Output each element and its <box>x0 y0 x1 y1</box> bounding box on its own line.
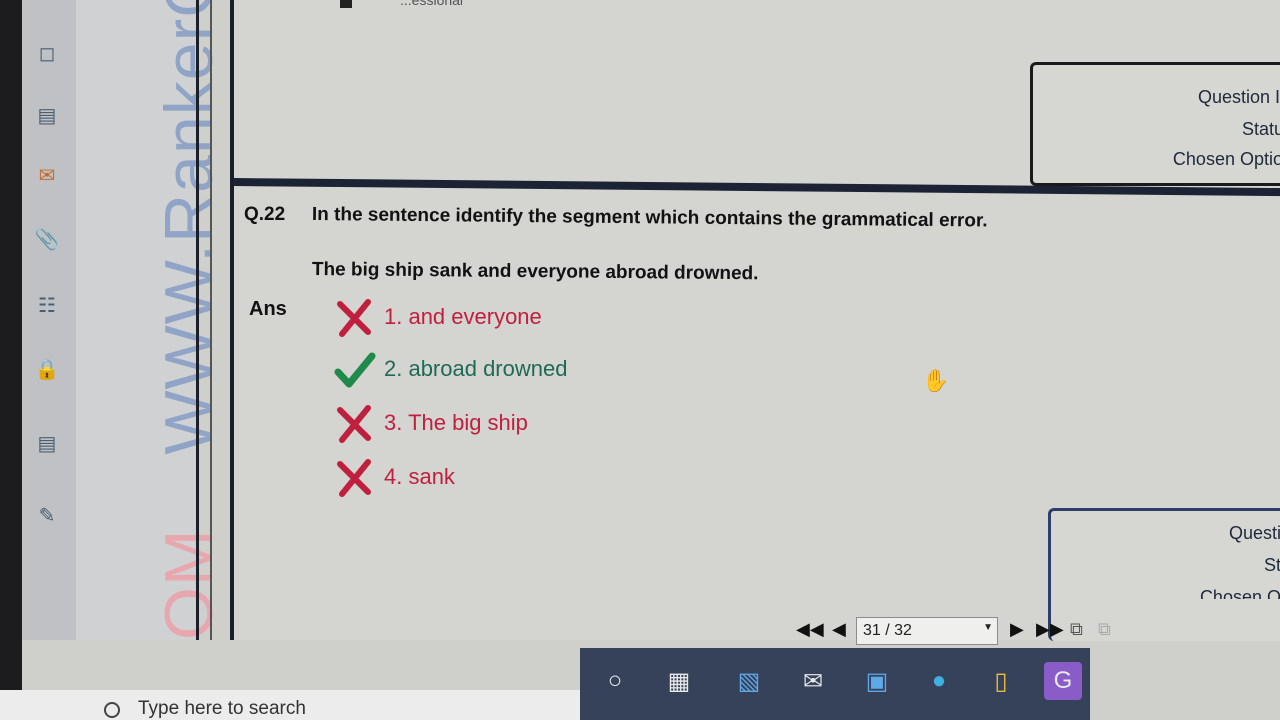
status-label-2: Sta <box>1263 555 1280 575</box>
watermark-prefix: OM <box>151 528 227 640</box>
lock-icon[interactable]: 🔒 <box>32 354 62 384</box>
cross-icon <box>337 405 371 443</box>
chosen-option-label-2: Chosen Op <box>1199 587 1280 599</box>
question-id-label: Question ID <box>1197 87 1280 107</box>
cortana-icon[interactable]: ○ <box>596 662 634 700</box>
search-placeholder[interactable]: Type here to search <box>138 698 306 720</box>
paperclip-icon[interactable]: 📎 <box>32 224 62 254</box>
page-icon[interactable]: ◻ <box>32 38 62 68</box>
comment-icon[interactable]: ✉ <box>32 160 62 190</box>
watermark: OM WWW.RankerG.C <box>150 0 228 640</box>
page-view-alt-icon[interactable]: ⧉ <box>1098 619 1111 640</box>
task-view-icon[interactable]: ▦ <box>660 662 698 700</box>
option-2-label: 2. abroad drowned <box>384 356 568 381</box>
watermark-text: WWW.RankerG.C <box>151 0 227 455</box>
previous-page-icon[interactable]: ◀ <box>832 619 846 640</box>
content-left-border <box>230 0 234 640</box>
store-icon[interactable]: ▣ <box>858 662 896 700</box>
edge-browser-icon[interactable]: ● <box>920 662 958 700</box>
page-view-icon[interactable]: ⧉ <box>1070 619 1083 640</box>
option-3-label: 3. The big ship <box>384 410 528 435</box>
form-icon[interactable]: ▤ <box>32 428 62 458</box>
question-id-label-2: Questio <box>1228 523 1280 543</box>
taskbar: ○ ▦ ▧ ✉ ▣ ● ▯ G <box>580 648 1090 720</box>
frame-line-left <box>196 0 199 640</box>
page-value: 31 / 32 <box>863 622 912 639</box>
hand-cursor-icon: ✋ <box>922 368 950 393</box>
pen-icon[interactable]: ✎ <box>32 500 62 530</box>
frame-line-left-2 <box>210 0 212 640</box>
cross-icon <box>337 299 371 337</box>
cross-icon <box>337 459 371 497</box>
app-window-icon[interactable]: ▧ <box>730 662 768 700</box>
checkmark-icon <box>334 352 376 388</box>
chosen-option-label: Chosen Option <box>1172 149 1280 169</box>
chevron-down-icon: ▼ <box>983 622 993 633</box>
page-selector[interactable]: 31 / 32 ▼ <box>856 617 998 645</box>
file-explorer-icon[interactable]: ▯ <box>982 662 1020 700</box>
previous-question-tail: ...essional <box>340 0 540 8</box>
app-g-icon[interactable]: G <box>1044 662 1082 700</box>
answer-label: Ans <box>249 298 287 320</box>
status-label: Status <box>1241 119 1280 139</box>
question-number: Q.22 <box>244 204 286 225</box>
screen-bezel <box>0 0 22 720</box>
option-4-label: 4. sank <box>384 464 455 489</box>
first-page-icon[interactable]: ◀◀ <box>796 619 824 640</box>
document-settings-icon[interactable]: ☷ <box>32 290 62 320</box>
top-strip-text: ...essional <box>400 0 464 8</box>
search-icon <box>104 702 120 718</box>
mail-icon[interactable]: ✉ <box>794 662 832 700</box>
stack-icon[interactable]: ▤ <box>32 100 62 130</box>
next-page-icon[interactable]: ▶ <box>1010 619 1024 640</box>
question-info-panel: Question ID Status Chosen Option <box>1030 62 1280 186</box>
side-toolbar: ◻ ▤ ✉ 📎 ☷ 🔒 ▤ ✎ <box>22 0 77 640</box>
option-1-label: 1. and everyone <box>384 304 542 329</box>
question-sentence: The big ship sank and everyone abroad dr… <box>311 259 759 285</box>
last-page-icon[interactable]: ▶▶ <box>1036 619 1064 640</box>
